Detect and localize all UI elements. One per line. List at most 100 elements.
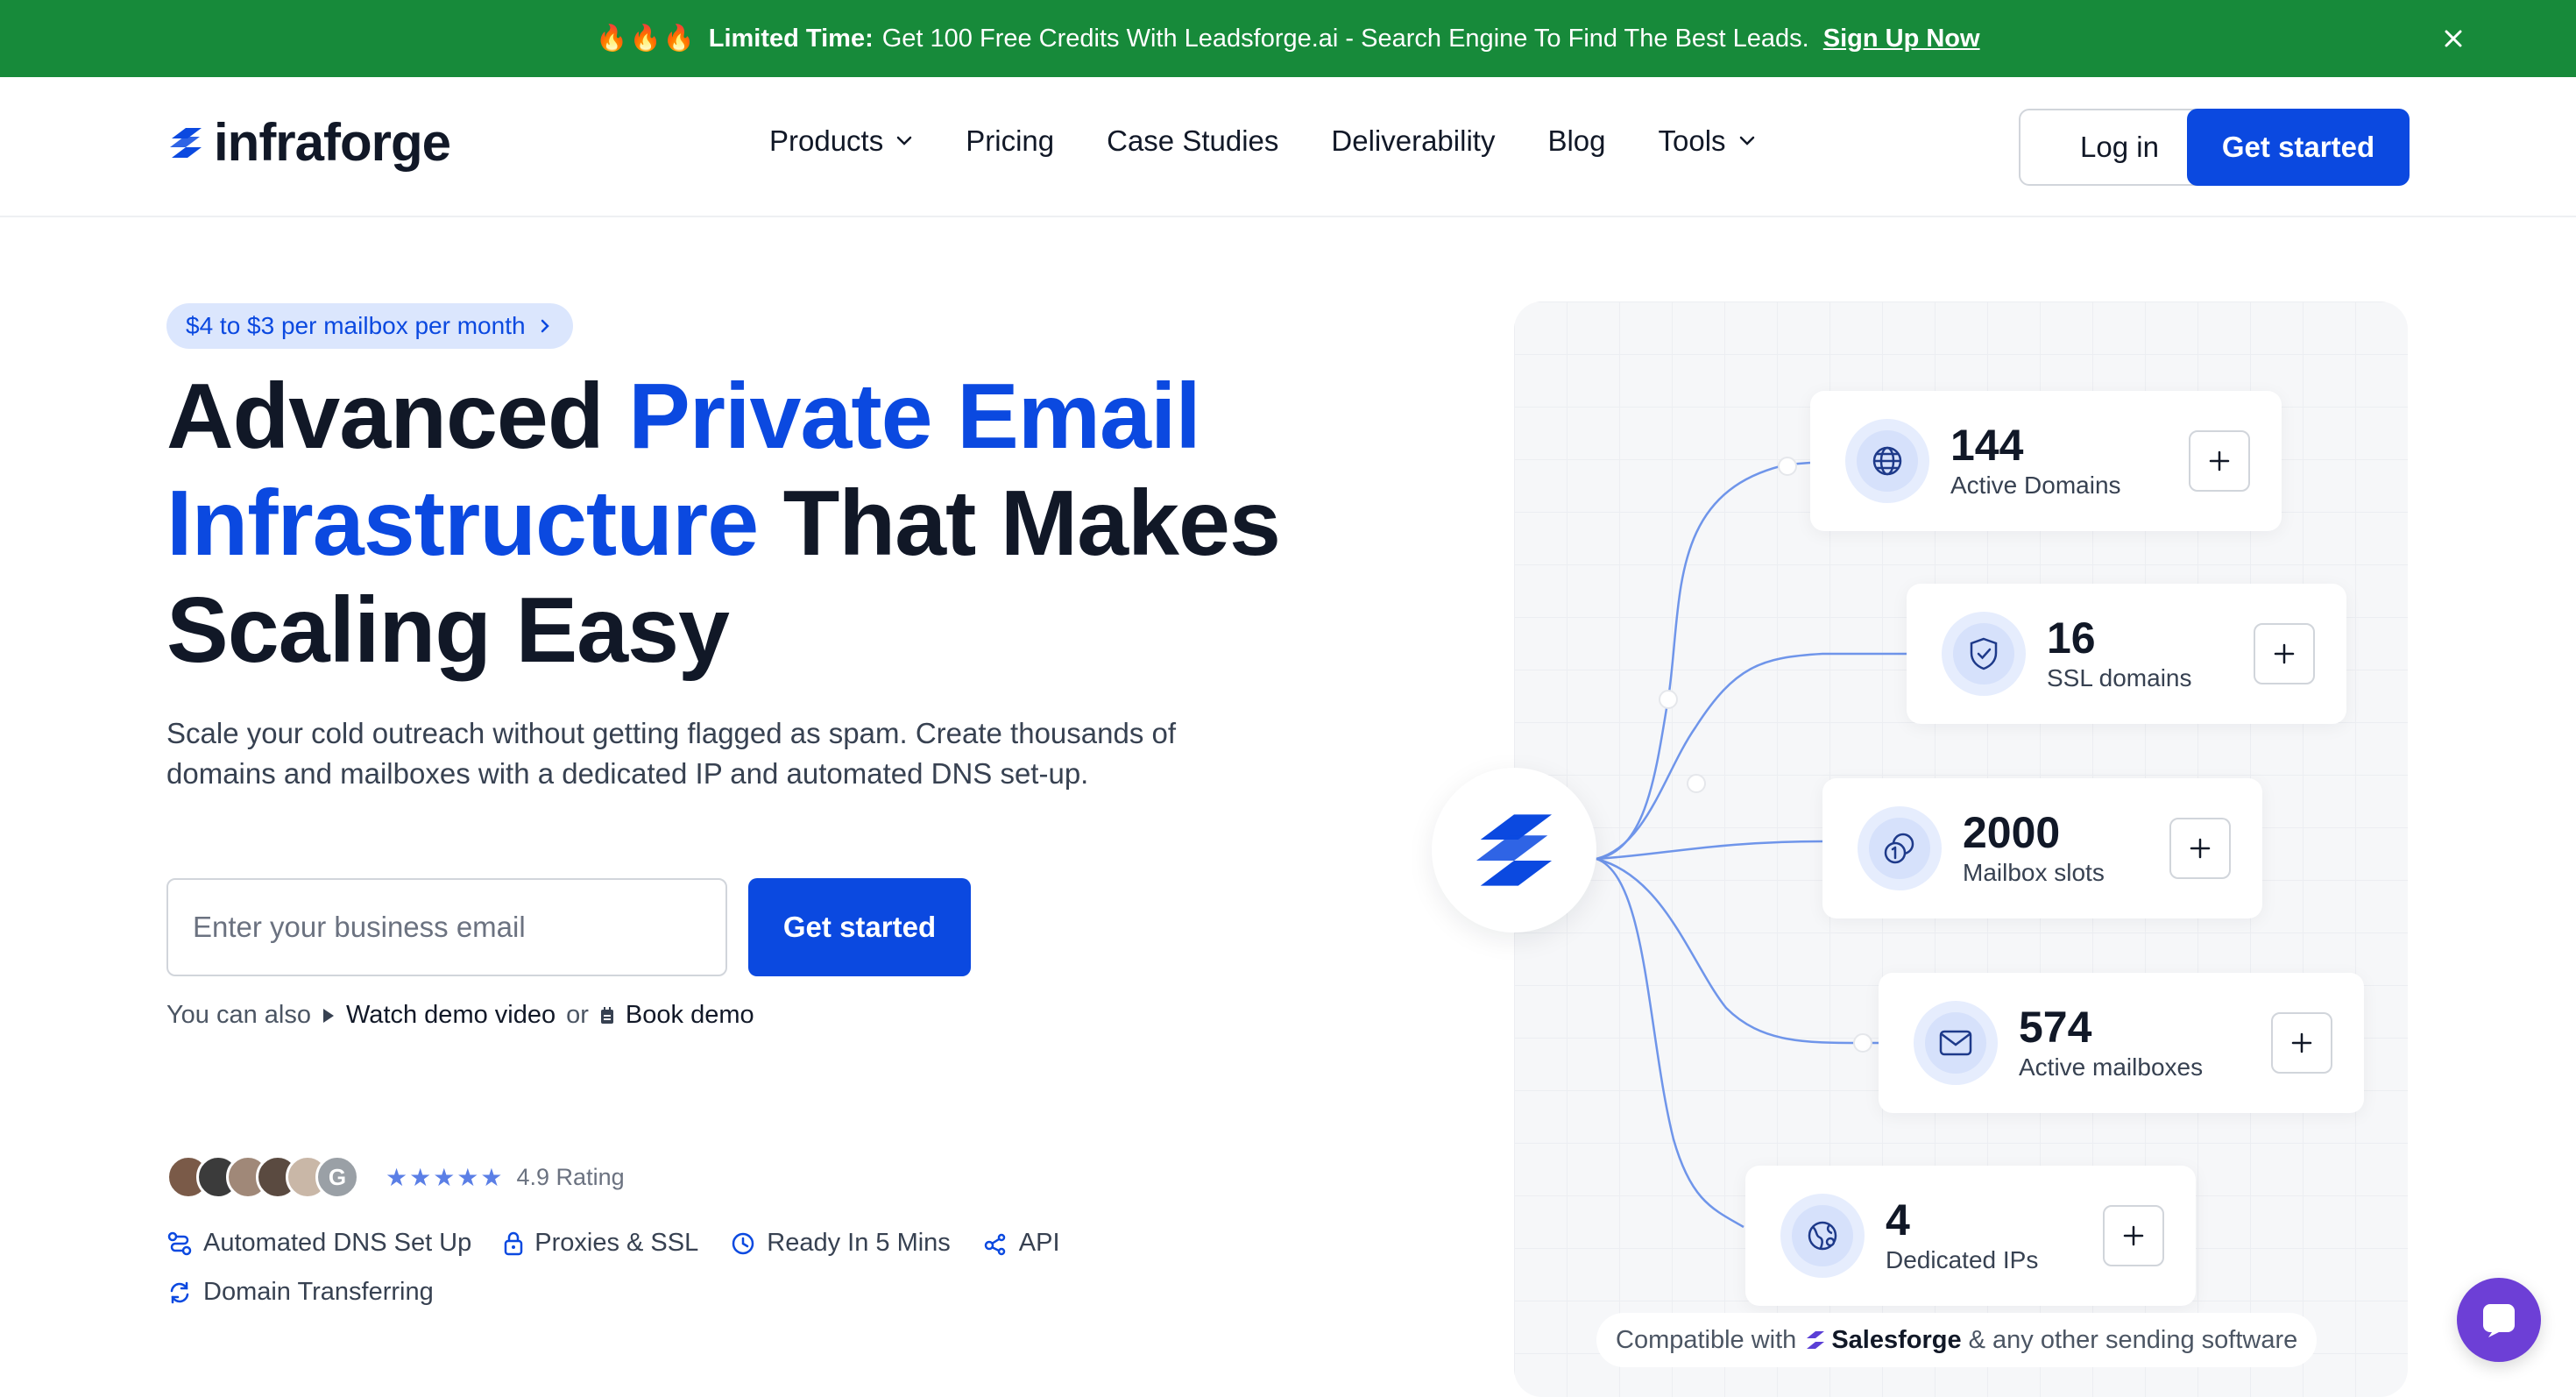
rating-text: 4.9 Rating (516, 1163, 625, 1190)
headline-highlight-1: Private Email (628, 365, 1201, 468)
chat-launcher-button[interactable] (2457, 1278, 2541, 1362)
nav-pricing[interactable]: Pricing (966, 124, 1054, 158)
plus-icon (2123, 1225, 2144, 1246)
headline-part3: Scaling Easy (166, 578, 730, 682)
coins-icon (1884, 833, 1914, 864)
infraforge-logo[interactable]: infraforge (166, 112, 451, 173)
shield-check-icon (1970, 637, 1998, 670)
nav-deliverability[interactable]: Deliverability (1331, 124, 1495, 158)
get-started-header-button[interactable]: Get started (2187, 109, 2410, 186)
plus-icon (2291, 1032, 2312, 1053)
nav-blog-label: Blog (1547, 124, 1606, 157)
logo-text: infraforge (214, 113, 451, 172)
or-text: or (566, 1001, 589, 1029)
nav-tools-label: Tools (1658, 124, 1726, 157)
feature-ready: Ready In 5 Mins (730, 1229, 951, 1258)
feature-label: Automated DNS Set Up (203, 1229, 472, 1257)
logo-mark-icon (1476, 814, 1553, 886)
nav-deliverability-label: Deliverability (1331, 124, 1496, 157)
alt-prefix: You can also (166, 1001, 312, 1029)
nav-blog[interactable]: Blog (1547, 124, 1605, 158)
watch-demo-link[interactable]: Watch demo video (322, 1001, 556, 1030)
stat-text: 144 Active Domains (1950, 421, 2189, 501)
add-mailbox-button[interactable] (2271, 1012, 2332, 1074)
stat-value: 16 (2047, 613, 2096, 663)
pricing-promo-pill[interactable]: $4 to $3 per mailbox per month (166, 303, 573, 349)
stat-label: Active mailboxes (2019, 1053, 2204, 1081)
stat-icon-wrap (1858, 806, 1942, 890)
compat-prefix: Compatible with (1616, 1325, 1797, 1354)
business-email-input[interactable] (166, 878, 727, 976)
chevron-right-icon (541, 319, 549, 333)
book-demo-link[interactable]: Book demo (599, 1001, 754, 1030)
hero-subtext: Scale your cold outreach without getting… (166, 717, 1177, 790)
stat-card-dedicated-ips: 4 Dedicated IPs (1745, 1166, 2196, 1306)
stat-text: 2000 Mailbox slots (1963, 808, 2169, 889)
nav-pricing-label: Pricing (966, 124, 1055, 157)
mail-icon (1939, 1030, 1972, 1056)
compatibility-note: Compatible with Salesforge & any other s… (1596, 1313, 2318, 1367)
site-header: infraforge Products Pricing Case Studies… (0, 77, 2576, 217)
stat-value: 4 (1886, 1195, 1910, 1245)
banner-signup-link[interactable]: Sign Up Now (1823, 25, 1980, 53)
feature-proxies: Proxies & SSL (503, 1229, 698, 1258)
announcement-banner: 🔥🔥🔥 Limited Time: Get 100 Free Credits W… (0, 0, 2576, 77)
dns-route-icon (167, 1231, 192, 1255)
lock-icon (505, 1231, 523, 1255)
infraforge-hub-logo (1432, 768, 1596, 933)
rating-row: G ★★★★★ 4.9 Rating (166, 1155, 625, 1199)
salesforge-logo-icon (1807, 1331, 1825, 1349)
banner-close-button[interactable] (2434, 19, 2473, 58)
watch-demo-label: Watch demo video (346, 1001, 556, 1029)
stat-text: 4 Dedicated IPs (1886, 1195, 2103, 1276)
fire-emoji: 🔥🔥🔥 (596, 25, 697, 53)
alternative-actions: You can also Watch demo video or Book de… (166, 1001, 754, 1030)
headline-highlight-2: Infrastructure (166, 472, 759, 575)
salesforge-name: Salesforge (1831, 1325, 1962, 1354)
plus-icon (2190, 838, 2211, 859)
stat-icon-wrap (1942, 612, 2026, 696)
stat-label: Dedicated IPs (1886, 1246, 2039, 1273)
nav-case-studies[interactable]: Case Studies (1107, 124, 1278, 158)
hero-headline: Advanced Private Email Infrastructure Tha… (166, 363, 1306, 684)
stat-label: SSL domains (2047, 664, 2192, 691)
stat-value: 144 (1950, 421, 2024, 470)
chat-bubble-icon (2483, 1304, 2515, 1337)
stat-card-mailbox-slots: 2000 Mailbox slots (1822, 778, 2262, 918)
promo-text: $4 to $3 per mailbox per month (186, 312, 526, 339)
stat-icon-inner (1857, 430, 1918, 492)
plus-icon (2209, 450, 2230, 472)
feature-api: API (982, 1229, 1060, 1258)
stat-label: Mailbox slots (1963, 859, 2105, 886)
stat-icon-inner (1869, 818, 1930, 879)
salesforge-brand: Salesforge (1803, 1325, 1962, 1355)
banner-highlight: Limited Time: (708, 24, 874, 53)
star-rating: ★★★★★ (386, 1163, 505, 1191)
add-mailbox-slot-button[interactable] (2169, 818, 2231, 879)
stat-value: 2000 (1963, 808, 2061, 857)
clock-icon (732, 1232, 754, 1254)
book-demo-label: Book demo (625, 1001, 754, 1029)
headline-part2: That Makes (758, 472, 1281, 575)
main-nav: Products Pricing Case Studies Deliverabi… (769, 124, 1756, 158)
stat-icon-wrap (1845, 419, 1929, 503)
stat-icon-inner (1925, 1012, 1986, 1074)
add-ip-button[interactable] (2103, 1205, 2164, 1266)
stat-label: Active Domains (1950, 472, 2121, 499)
stat-card-ssl-domains: 16 SSL domains (1907, 584, 2346, 724)
stat-value: 574 (2019, 1003, 2092, 1052)
network-globe-icon (1808, 1221, 1837, 1251)
feature-list: Automated DNS Set Up Proxies & SSL Ready… (166, 1229, 1060, 1258)
nav-tools[interactable]: Tools (1659, 124, 1756, 158)
nav-products[interactable]: Products (769, 124, 913, 158)
nav-products-label: Products (769, 124, 884, 157)
get-started-hero-button[interactable]: Get started (748, 878, 971, 976)
stat-text: 574 Active mailboxes (2019, 1003, 2271, 1083)
feature-transfer: Domain Transferring (166, 1278, 434, 1307)
add-domain-button[interactable] (2189, 430, 2250, 492)
chevron-down-icon (1739, 136, 1754, 145)
stat-card-active-domains: 144 Active Domains (1810, 391, 2282, 531)
add-ssl-button[interactable] (2254, 623, 2315, 684)
stat-icon-wrap (1914, 1001, 1998, 1085)
close-icon (2445, 30, 2462, 47)
